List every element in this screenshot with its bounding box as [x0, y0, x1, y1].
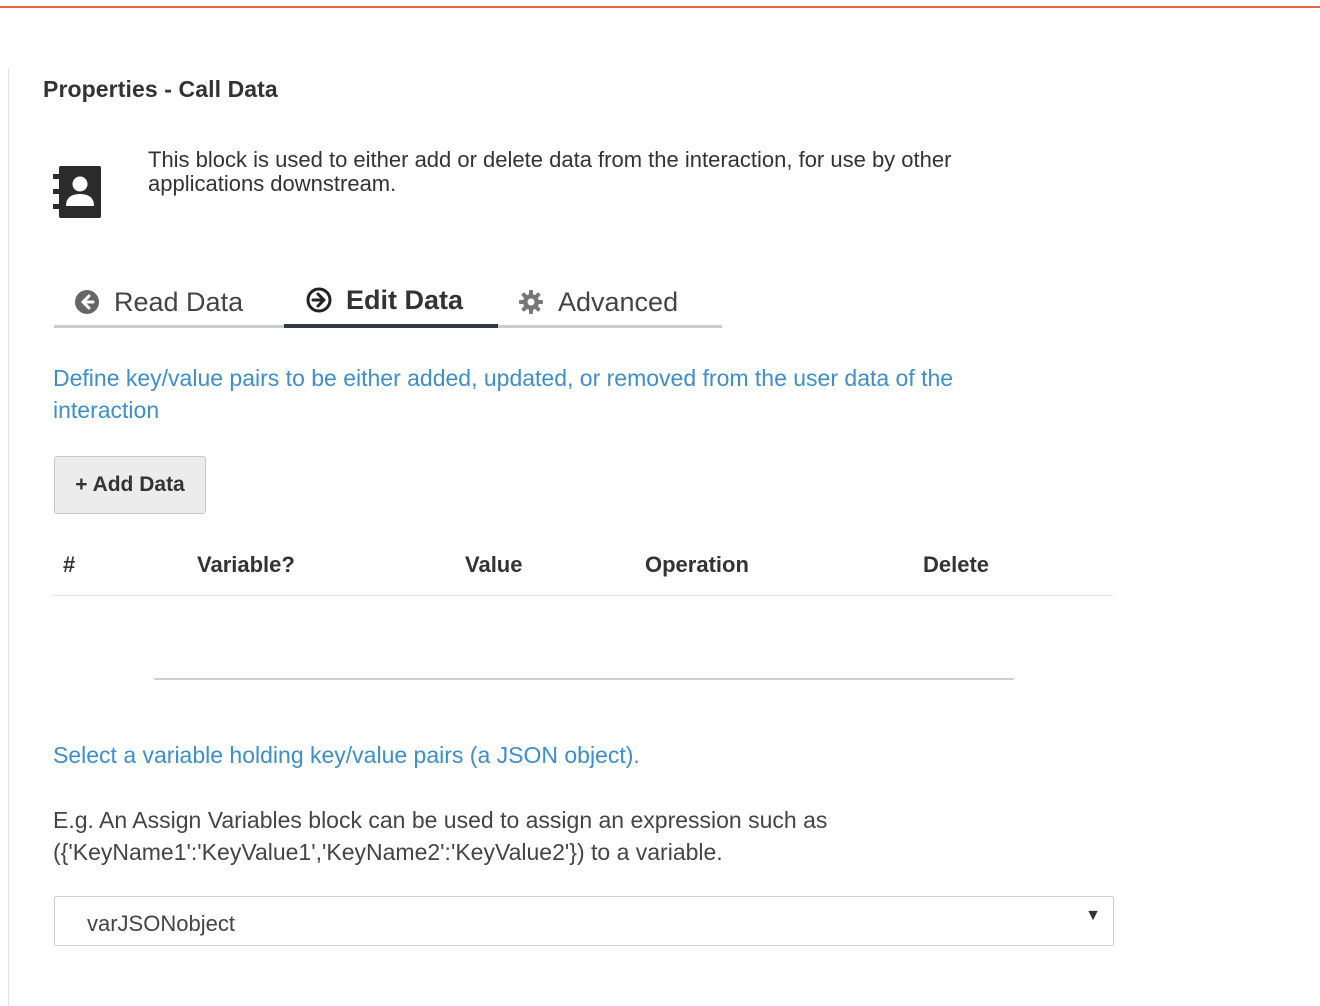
column-header-variable: Variable?: [197, 552, 295, 577]
tab-edit-data[interactable]: Edit Data: [284, 276, 498, 328]
tab-read-data[interactable]: Read Data: [74, 276, 284, 328]
select-variable-hint: Select a variable holding key/value pair…: [53, 742, 640, 768]
tab-bar: Read Data Edit Data Advanced: [54, 276, 722, 328]
block-description: This block is used to either add or dele…: [148, 147, 952, 196]
top-accent-rule: [0, 6, 1320, 8]
json-variable-select[interactable]: varJSONobject ▼: [54, 896, 1114, 946]
arrow-circle-left-icon: [75, 290, 99, 314]
address-book-icon: [53, 166, 101, 218]
tab-label: Advanced: [558, 286, 679, 317]
tab-advanced[interactable]: Advanced: [518, 276, 718, 328]
column-header-number: #: [63, 552, 76, 577]
tab-label: Read Data: [114, 286, 244, 317]
column-header-value: Value: [465, 552, 523, 577]
arrow-circle-right-icon: [306, 287, 332, 313]
column-header-delete: Delete: [923, 552, 990, 577]
data-table-header: # Variable? Value Operation Delete: [53, 540, 1113, 596]
edit-instructions: Define key/value pairs to be either adde…: [53, 365, 954, 423]
chevron-down-icon: ▼: [1085, 907, 1101, 924]
column-header-operation: Operation: [645, 552, 749, 577]
panel-left-border: [8, 68, 9, 1006]
panel-title: Properties - Call Data: [43, 76, 278, 102]
gear-icon: [519, 290, 543, 314]
selected-variable: varJSONobject: [87, 911, 235, 936]
section-divider: [154, 678, 1014, 680]
add-data-button[interactable]: + Add Data: [54, 456, 206, 514]
tab-label: Edit Data: [346, 284, 464, 315]
example-text: E.g. An Assign Variables block can be us…: [53, 807, 828, 865]
